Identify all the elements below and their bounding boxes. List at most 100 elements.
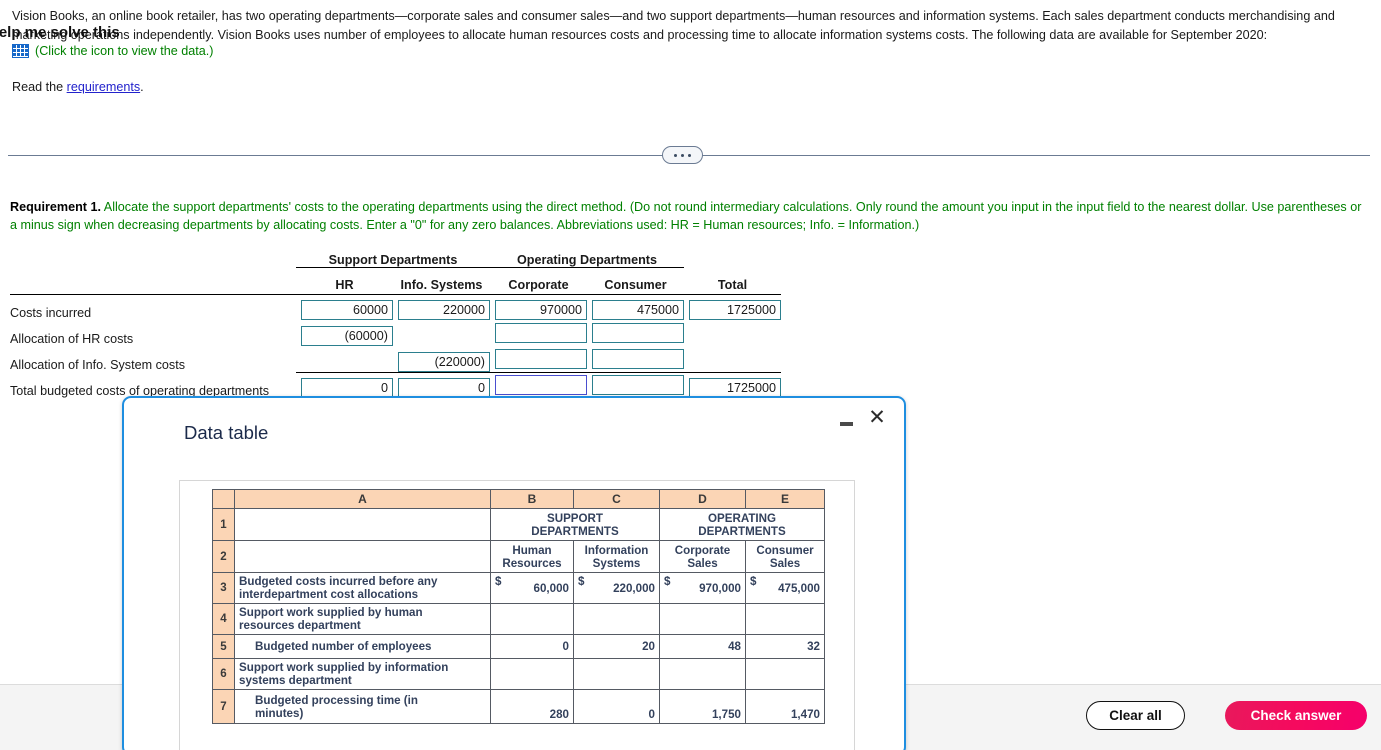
- col-header-total: Total: [717, 278, 748, 292]
- input-total-total[interactable]: 1725000: [689, 377, 781, 398]
- cs-line1: Corporate: [674, 543, 731, 557]
- sheet-value-row3-is: $220,000: [573, 572, 660, 604]
- operating-line2: DEPARTMENTS: [698, 524, 786, 538]
- ellipsis-dot: [674, 153, 677, 157]
- row7-line2: minutes): [255, 706, 304, 720]
- ellipsis-dot: [688, 153, 691, 157]
- row-label-alloc-info: Allocation of Info. System costs: [10, 358, 185, 372]
- sheet-value-row4-cons: [745, 603, 825, 635]
- sheet-subheader-corporate-sales: Corporate Sales: [659, 540, 746, 573]
- requirement-text: Requirement 1. Allocate the support depa…: [10, 198, 1370, 234]
- row6-line1: Support work supplied by information: [239, 661, 449, 674]
- input-allocinfo-corporate[interactable]: [495, 348, 587, 369]
- sheet-col-c[interactable]: C: [573, 489, 660, 509]
- group-header-operating: Operating Departments: [490, 242, 684, 268]
- sheet-value-row7-cons: 1,470: [745, 689, 825, 724]
- spacer-cell: [10, 267, 296, 292]
- sheet-value-row7-corp: 1,750: [659, 689, 746, 724]
- sheet-label-row7: Budgeted processing time (in minutes): [234, 689, 491, 724]
- sheet-row-num-2[interactable]: 2: [212, 540, 235, 573]
- worksheet-group-header-row: Support Departments Operating Department…: [10, 242, 781, 268]
- sheet-value-row5-hr: 0: [490, 634, 574, 659]
- cell-allocinfo-corporate: [490, 346, 587, 373]
- col-header-corporate: Corporate: [508, 278, 569, 292]
- row7-line1: Budgeted processing time (in: [255, 693, 418, 707]
- sheet-value-row3-corp: $970,000: [659, 572, 746, 604]
- requirements-link[interactable]: requirements: [67, 80, 141, 94]
- sheet-corner-cell: [212, 489, 235, 509]
- table-row: 1 SUPPORT DEPARTMENTS OPERATING DEPARTME…: [212, 508, 825, 541]
- read-prefix: Read the: [12, 80, 67, 94]
- sheet-col-d[interactable]: D: [659, 489, 746, 509]
- support-line1: SUPPORT: [546, 511, 604, 525]
- cs-line2: Sales: [687, 556, 718, 570]
- row-label-total-budgeted: Total budgeted costs of operating depart…: [10, 384, 270, 398]
- sheet-col-a[interactable]: A: [234, 489, 491, 509]
- check-answer-button[interactable]: Check answer: [1225, 701, 1367, 730]
- input-allochr-consumer[interactable]: [592, 323, 684, 343]
- requirement-label: Requirement 1.: [10, 200, 101, 214]
- help-me-solve-this-button[interactable]: Help me solve this: [0, 17, 126, 48]
- input-allocinfo-info[interactable]: (220000): [398, 351, 490, 372]
- sheet-row-num-4[interactable]: 4: [212, 603, 235, 635]
- input-costs-info[interactable]: 220000: [398, 300, 490, 320]
- input-costs-corporate[interactable]: 970000: [495, 300, 587, 320]
- group-header-spacer: [684, 242, 781, 267]
- clear-all-button[interactable]: Clear all: [1086, 701, 1185, 730]
- input-costs-consumer[interactable]: 475000: [592, 300, 684, 320]
- cell-total-hr: 0: [296, 372, 393, 399]
- input-allocinfo-consumer[interactable]: [592, 348, 684, 369]
- input-total-hr[interactable]: 0: [301, 377, 393, 398]
- table-row: 4 Support work supplied by human resourc…: [212, 603, 825, 635]
- worksheet-column-header-row: HR Info. Systems Corporate Consumer Tota…: [10, 267, 781, 292]
- dollar-sign: $: [664, 575, 671, 588]
- input-allochr-hr[interactable]: (60000): [301, 326, 393, 346]
- table-row: Allocation of Info. System costs (220000…: [10, 346, 781, 373]
- input-total-info[interactable]: 0: [398, 377, 490, 398]
- close-icon[interactable]: ✕: [866, 407, 888, 431]
- group-header-support: Support Departments: [296, 242, 490, 268]
- sheet-col-b[interactable]: B: [490, 489, 574, 509]
- sheet-row-num-5[interactable]: 5: [212, 634, 235, 659]
- table-row: Costs incurred 60000 220000 970000 47500…: [10, 294, 781, 320]
- row-label-costs-incurred: Costs incurred: [10, 306, 92, 320]
- sheet-row-num-6[interactable]: 6: [212, 658, 235, 690]
- page-root: Vision Books, an online book retailer, h…: [0, 0, 1381, 750]
- cell-total-info: 0: [393, 372, 490, 399]
- cns-line2: Sales: [769, 556, 801, 570]
- input-allochr-corporate[interactable]: [495, 323, 587, 343]
- cell-costs-total: 1725000: [684, 294, 781, 320]
- cell-allochr-info: [393, 320, 490, 346]
- input-total-consumer[interactable]: [592, 374, 684, 395]
- data-spreadsheet: A B C D E 1 SUPPORT DEPARTMENTS OPERATIN…: [212, 489, 825, 724]
- cns-line1: Consumer: [756, 543, 814, 557]
- row3-line1: Budgeted costs incurred before any: [239, 575, 438, 588]
- input-costs-hr[interactable]: 60000: [301, 300, 393, 320]
- data-table-dialog: Data table ✕ A B C D E 1 SUPPORT DEPARTM…: [122, 396, 906, 750]
- sheet-value-row6-cons: [745, 658, 825, 690]
- cell-allocinfo-total: [684, 346, 781, 373]
- table-row: 2 Human Resources Information Systems Co…: [212, 540, 825, 573]
- sheet-cell-a1: [234, 508, 491, 541]
- row3-line2: interdepartment cost allocations: [239, 588, 419, 601]
- table-row: 7 Budgeted processing time (in minutes) …: [212, 689, 825, 724]
- dollar-sign: $: [495, 575, 502, 588]
- sheet-row-num-3[interactable]: 3: [212, 572, 235, 604]
- row4-line2: resources department: [239, 619, 361, 632]
- allocation-worksheet: Support Departments Operating Department…: [10, 242, 781, 399]
- minimize-icon[interactable]: [839, 414, 854, 429]
- row3-hr-value: 60,000: [533, 581, 569, 595]
- sheet-value-row4-corp: [659, 603, 746, 635]
- sheet-col-e[interactable]: E: [745, 489, 825, 509]
- sheet-row-num-7[interactable]: 7: [212, 689, 235, 724]
- sheet-label-row4: Support work supplied by human resources…: [234, 603, 491, 635]
- hr-line2: Resources: [502, 556, 562, 570]
- section-divider: [8, 146, 1370, 164]
- input-total-corporate[interactable]: [495, 374, 587, 395]
- sheet-row-num-1[interactable]: 1: [212, 508, 235, 541]
- expand-ellipsis-button[interactable]: [662, 146, 703, 164]
- cell-allochr-corporate: [490, 320, 587, 346]
- sheet-subheader-consumer-sales: Consumer Sales: [745, 540, 825, 573]
- row-label-alloc-hr: Allocation of HR costs: [10, 332, 134, 346]
- input-costs-total[interactable]: 1725000: [689, 300, 781, 320]
